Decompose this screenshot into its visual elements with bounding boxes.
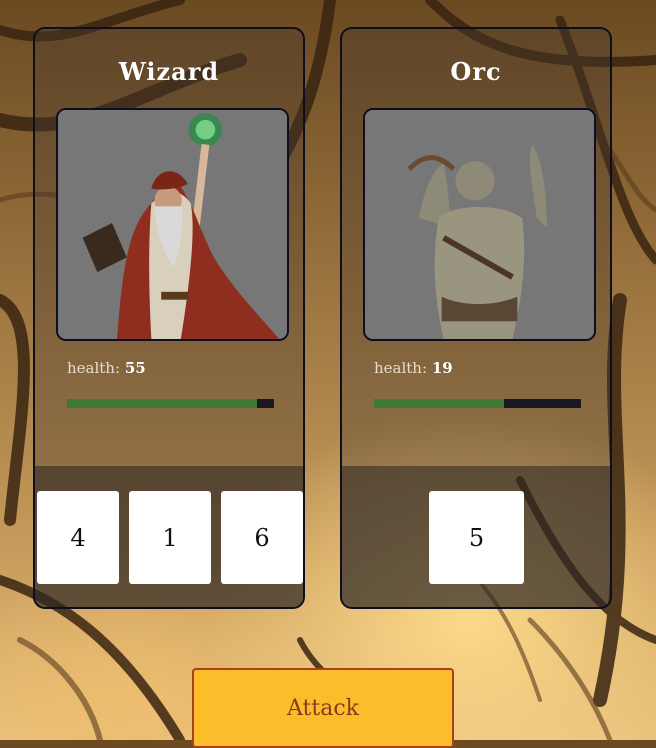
- enemy-health-fill: [374, 399, 505, 408]
- player-die-2[interactable]: 1: [129, 491, 211, 584]
- player-name: Wizard: [118, 57, 220, 86]
- enemy-health-text: health: 19: [374, 359, 453, 377]
- enemy-die-1[interactable]: 5: [429, 491, 524, 584]
- enemy-name: Orc: [450, 57, 502, 86]
- attack-button[interactable]: Attack: [192, 668, 454, 748]
- player-dice-area: 4 1 6: [35, 466, 303, 607]
- enemy-dice-area: 5: [342, 466, 610, 607]
- player-die-3[interactable]: 6: [221, 491, 303, 584]
- enemy-health-bar: [374, 399, 581, 408]
- player-health-label: health:: [67, 359, 121, 377]
- wizard-portrait: [56, 108, 289, 341]
- player-health-text: health: 55: [67, 359, 146, 377]
- orc-image: [365, 110, 594, 339]
- player-card: Wizard health: 55 4 1 6: [33, 27, 305, 609]
- enemy-health-label: health:: [374, 359, 428, 377]
- player-health-fill: [67, 399, 258, 408]
- player-die-1[interactable]: 4: [37, 491, 119, 584]
- enemy-card: Orc health: 19 5: [340, 27, 612, 609]
- player-health-value: 55: [124, 359, 146, 377]
- player-health-bar: [67, 399, 274, 408]
- wizard-image: [58, 110, 287, 339]
- enemy-health-value: 19: [431, 359, 453, 377]
- orc-portrait: [363, 108, 596, 341]
